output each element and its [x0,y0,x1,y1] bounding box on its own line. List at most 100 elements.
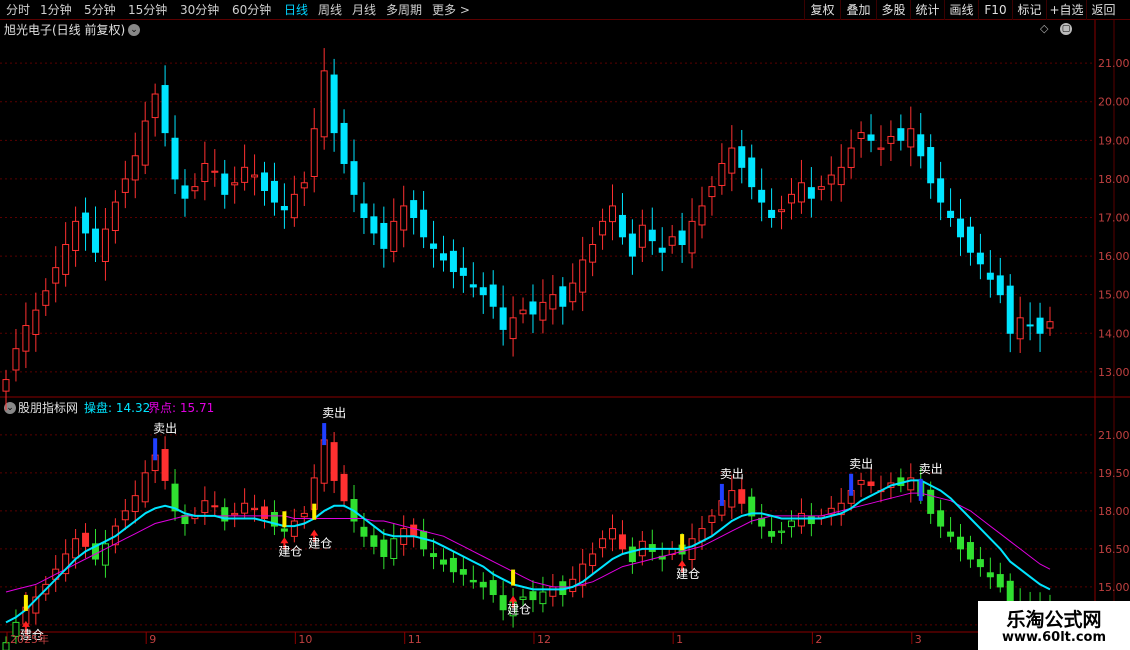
candle-body [688,220,696,254]
candle [768,188,776,228]
candle [589,227,597,277]
indicator-candle-body [797,512,805,527]
candle-body [72,220,80,251]
indicator-candle-body [2,642,10,650]
candle [917,113,925,169]
candle [787,178,795,220]
candle-body [927,147,935,184]
candle-body [648,229,656,242]
candle [360,182,368,234]
candle-body [221,173,229,195]
indicator-candle [330,432,338,494]
candle-body [827,174,835,185]
candle [22,302,30,369]
candle [479,272,487,314]
indicator-candle [340,465,348,508]
candle-body [708,186,716,198]
indicator-candle [121,498,129,531]
indicator-candle-body [867,481,875,487]
candle [449,239,457,289]
buy-bar [680,534,685,551]
candle [837,144,845,202]
indicator-lines [5,479,1051,624]
candle-body [489,284,497,307]
main-price-tick: 18.00 [1098,173,1130,186]
candle [976,233,984,280]
candle-body [519,309,527,315]
indicator-candle [241,488,249,519]
indicator-candle [748,488,756,525]
indicator-candle-body [410,524,418,537]
sell-bar [322,423,327,446]
candle [72,206,80,267]
candle-body [599,220,607,236]
indicator-candle [589,542,597,575]
sell-signal-label: 卖出 [153,421,177,435]
indicator-candle [161,436,169,490]
candle-body [270,180,278,203]
indicator-candle [728,475,736,519]
kline-chart[interactable]: 21.00 20.00 19.00 18.00 17.00 16.00 15.00 14.00… [0,0,1130,650]
indicator-price-tick: 19.50 [1098,467,1130,480]
candle-body [807,187,815,199]
candle [678,212,686,263]
candle [410,190,418,235]
indicator-candle [131,480,139,524]
indicator-candle [937,499,945,538]
candle-body [668,236,676,246]
candle-body [261,172,269,191]
candle-body [42,290,50,306]
candle [241,144,249,191]
candle-body [82,212,90,234]
sell-signal-label: 卖出 [919,462,943,476]
indicator-candle-body [778,530,786,533]
candle [907,106,915,167]
candle-body [201,162,209,183]
watermark-title: 乐淘公式网 [1006,609,1102,631]
candle [251,154,259,196]
indicator-candle [708,509,716,536]
indicator-candle [827,496,835,526]
candle-body [191,186,199,192]
candle-body [559,286,567,307]
indicator-candle-body [251,507,259,511]
sell-bar [918,478,923,501]
buy-bar [312,503,317,520]
main-price-tick: 21.00 [1098,57,1130,70]
candle-body [459,267,467,276]
indicator-candle-body [857,479,865,485]
indicator-candle [449,550,457,583]
indicator-candle [668,541,676,561]
candle [171,115,179,194]
candle [966,216,974,266]
candle-body [907,128,915,148]
indicator-candle-body [300,512,308,518]
candle [330,58,338,152]
main-price-tick: 17.00 [1098,212,1130,225]
candle-body [678,230,686,246]
candle-body [877,147,885,150]
candle [469,262,477,298]
indicator-candle [171,469,179,521]
pivot-line [5,492,1051,593]
candle-body [569,282,577,303]
indicator-candle [758,504,766,539]
candle-body [966,226,974,253]
candle [668,224,676,254]
candle-body [121,178,129,193]
indicator-candle [618,520,626,555]
candle-body [539,301,547,321]
indicator-price-tick: 16.50 [1098,543,1130,556]
candle [350,139,358,213]
candle [867,114,875,153]
candle-body [360,203,368,219]
candle-body [231,182,239,186]
candle-body [211,170,219,173]
candle-body [280,205,288,211]
candle-body [380,222,388,249]
candle [887,120,895,161]
indicator-candle [270,500,278,536]
indicator-candle-body [628,546,636,563]
candle-body [887,135,895,144]
indicator-candle [459,555,467,586]
